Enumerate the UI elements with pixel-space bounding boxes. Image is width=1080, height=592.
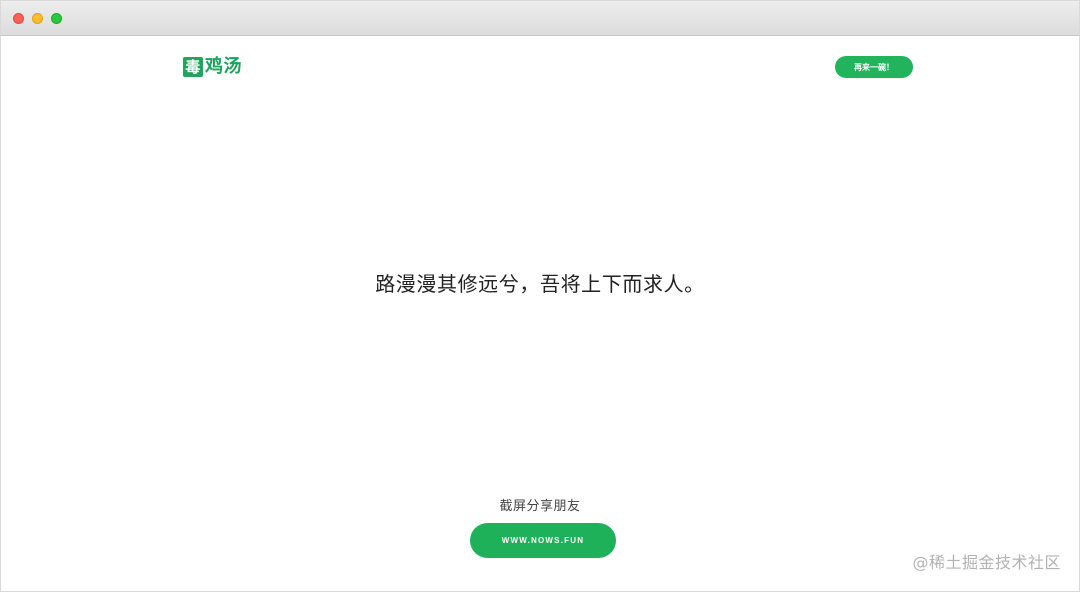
site-url-button[interactable]: WWW.NOWS.FUN: [470, 523, 616, 558]
page-content: 毒 鸡汤 再来一碗！ 路漫漫其修远兮，吾将上下而求人。 截屏分享朋友 WWW.N…: [1, 36, 1079, 591]
logo-first-char-block: 毒: [183, 57, 203, 77]
again-button[interactable]: 再来一碗！: [835, 56, 913, 78]
zoom-window-button[interactable]: [51, 13, 62, 24]
traffic-lights: [13, 13, 62, 24]
watermark-text: @稀土掘金技术社区: [912, 553, 1061, 572]
minimize-window-button[interactable]: [32, 13, 43, 24]
close-window-button[interactable]: [13, 13, 24, 24]
window-titlebar: [1, 1, 1079, 36]
quote-text: 路漫漫其修远兮，吾将上下而求人。: [375, 272, 705, 296]
browser-window: 毒 鸡汤 再来一碗！ 路漫漫其修远兮，吾将上下而求人。 截屏分享朋友 WWW.N…: [0, 0, 1080, 592]
share-hint-text: 截屏分享朋友: [499, 499, 581, 514]
logo-text: 鸡汤: [205, 56, 242, 77]
site-logo[interactable]: 毒 鸡汤: [183, 56, 242, 78]
